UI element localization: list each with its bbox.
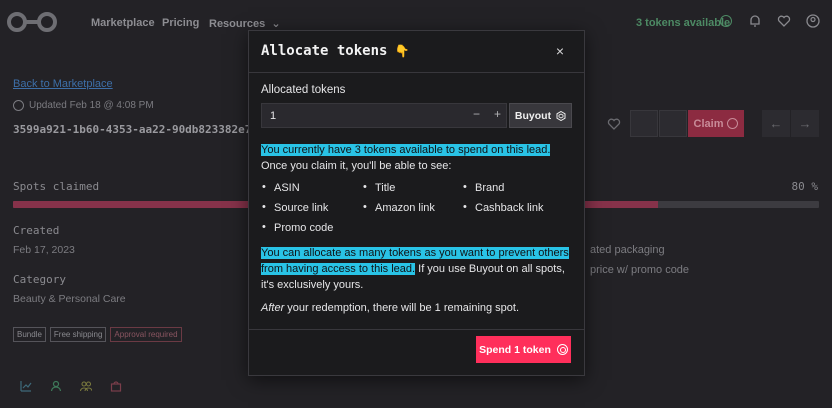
created-value: Feb 17, 2023 bbox=[13, 244, 75, 256]
tag-approval-required: Approval required bbox=[110, 327, 182, 342]
allocated-tokens-input[interactable] bbox=[261, 103, 507, 128]
feature-text: price w/ promo code bbox=[590, 264, 690, 276]
tag-free-shipping: Free shipping bbox=[49, 327, 107, 342]
chart-icon bbox=[20, 381, 32, 392]
notes-button[interactable] bbox=[630, 110, 658, 137]
list-item: ASIN bbox=[262, 181, 300, 194]
person-icon bbox=[50, 380, 62, 392]
spend-token-label: Spend 1 token bbox=[479, 343, 551, 356]
list-item: Promo code bbox=[262, 221, 333, 234]
hexagon-token-icon bbox=[556, 110, 566, 121]
clock-icon bbox=[13, 100, 24, 111]
tokens-available: 3 tokens available bbox=[636, 17, 731, 29]
lead-id: 3599a921-1b60-4353-aa22-90db823382e7 bbox=[13, 123, 252, 136]
list-item: Cashback link bbox=[463, 201, 544, 214]
list-item: Source link bbox=[262, 201, 329, 214]
nav-resources-label: Resources bbox=[209, 18, 266, 30]
allocate-tokens-modal: Allocate tokens 👇 × Allocated tokens − +… bbox=[248, 30, 585, 376]
token-icon bbox=[556, 344, 568, 355]
user-avatar-icon[interactable] bbox=[806, 14, 820, 28]
nav-pricing[interactable]: Pricing bbox=[162, 17, 199, 29]
remaining-spot-text: your redemption, there will be 1 remaini… bbox=[284, 302, 520, 314]
spots-claimed-percent: 80 % bbox=[791, 180, 819, 193]
list-item: Title bbox=[363, 181, 396, 194]
bag-icon bbox=[110, 381, 122, 392]
logo-icon[interactable] bbox=[6, 11, 58, 33]
modal-title-text: Allocate tokens bbox=[261, 43, 388, 59]
buyout-label: Buyout bbox=[514, 109, 552, 122]
buyout-info-paragraph: You can allocate as many tokens as you w… bbox=[261, 245, 575, 293]
allocated-tokens-label: Allocated tokens bbox=[261, 84, 346, 96]
category-value: Beauty & Personal Care bbox=[13, 293, 126, 305]
claim-label: Claim bbox=[693, 117, 724, 130]
nav-marketplace[interactable]: Marketplace bbox=[91, 17, 155, 29]
previous-arrow-icon[interactable]: ← bbox=[762, 110, 790, 137]
tag-list: Bundle Free shipping Approval required bbox=[13, 327, 182, 342]
stat-icons bbox=[20, 380, 122, 392]
history-button[interactable] bbox=[659, 110, 687, 137]
close-button[interactable]: × bbox=[556, 43, 564, 59]
after-emphasis: After bbox=[261, 302, 285, 314]
updated-timestamp: Updated Feb 18 @ 4:08 PM bbox=[13, 100, 154, 111]
back-to-marketplace-link[interactable]: Back to Marketplace bbox=[13, 78, 113, 90]
claim-info-text: Once you claim it, you'll be able to see… bbox=[261, 160, 452, 172]
spend-token-button[interactable]: Spend 1 token bbox=[476, 336, 571, 363]
chevron-down-icon: ⌄ bbox=[271, 18, 281, 30]
modal-title: Allocate tokens 👇 bbox=[261, 43, 409, 59]
remaining-spot-paragraph: After your redemption, there will be 1 r… bbox=[261, 300, 571, 316]
list-item: Amazon link bbox=[363, 201, 435, 214]
tag-bundle: Bundle bbox=[13, 327, 46, 342]
buyout-button[interactable]: Buyout bbox=[509, 103, 572, 128]
nav-resources[interactable]: Resources ⌄ bbox=[209, 17, 281, 30]
claim-button[interactable]: Claim bbox=[688, 110, 744, 137]
spots-claimed-label: Spots claimed bbox=[13, 180, 100, 193]
decrement-button[interactable]: − bbox=[473, 107, 480, 121]
feature-text: ated packaging bbox=[590, 244, 665, 256]
token-icon bbox=[727, 118, 739, 129]
increment-button[interactable]: + bbox=[494, 107, 501, 121]
available-tokens-paragraph: You currently have 3 tokens available to… bbox=[261, 142, 571, 174]
modal-header: Allocate tokens 👇 × bbox=[249, 31, 584, 73]
updated-text: Updated Feb 18 @ 4:08 PM bbox=[29, 100, 154, 111]
favorite-heart-icon[interactable] bbox=[607, 117, 621, 131]
heart-icon[interactable] bbox=[777, 14, 791, 28]
bell-icon[interactable] bbox=[748, 14, 762, 28]
token-icon bbox=[720, 15, 732, 27]
created-label: Created bbox=[13, 224, 60, 237]
category-label: Category bbox=[13, 273, 66, 286]
pointing-hand-icon: 👇 bbox=[394, 44, 410, 58]
available-tokens-highlight: You currently have 3 tokens available to… bbox=[261, 144, 551, 156]
list-item: Brand bbox=[463, 181, 505, 194]
group-icon bbox=[80, 381, 92, 392]
next-arrow-icon[interactable]: → bbox=[791, 110, 819, 137]
